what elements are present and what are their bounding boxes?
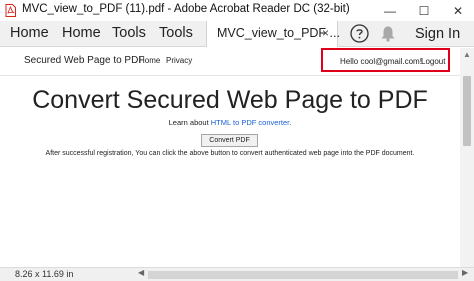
navbar-divider bbox=[0, 75, 460, 76]
scroll-right-icon[interactable]: ▶ bbox=[462, 268, 468, 277]
help-icon[interactable] bbox=[350, 24, 369, 43]
horizontal-scroll-thumb[interactable] bbox=[148, 271, 458, 279]
learn-suffix: . bbox=[289, 118, 292, 127]
page-title: Convert Secured Web Page to PDF bbox=[32, 86, 428, 114]
bell-icon[interactable] bbox=[380, 25, 396, 42]
site-brand[interactable]: Secured Web Page to PDF bbox=[24, 55, 144, 66]
site-navbar: Secured Web Page to PDF Home Privacy Hel… bbox=[0, 48, 460, 75]
title-bar: MVC_view_to_PDF (11).pdf - Adobe Acrobat… bbox=[0, 0, 474, 21]
document-tab-close-button[interactable]: × bbox=[322, 26, 329, 40]
scroll-up-icon[interactable]: ▲ bbox=[463, 50, 471, 59]
tab-home[interactable]: Home bbox=[62, 25, 101, 41]
user-greeting[interactable]: Hello cool@gmail.com! bbox=[340, 57, 422, 66]
registration-note: After successful registration, You can c… bbox=[45, 150, 415, 157]
window-title: MVC_view_to_PDF (11).pdf - Adobe Acrobat… bbox=[22, 3, 350, 15]
status-bar: 8.26 x 11.69 in ◀ ▶ bbox=[0, 267, 474, 281]
pdf-file-icon bbox=[5, 4, 16, 17]
document-view: Secured Web Page to PDF Home Privacy Hel… bbox=[0, 48, 460, 267]
maximize-button[interactable]: ☐ bbox=[408, 0, 440, 21]
close-button[interactable]: ✕ bbox=[442, 0, 474, 21]
convert-pdf-button[interactable]: Convert PDF bbox=[201, 134, 258, 147]
vertical-scrollbar[interactable]: ▲ bbox=[460, 48, 474, 267]
learn-line: Learn about HTML to PDF converter. bbox=[0, 118, 460, 127]
learn-prefix: Learn about bbox=[168, 118, 211, 127]
vertical-scroll-thumb[interactable] bbox=[463, 76, 471, 146]
document-tab[interactable]: MVC_view_to_PDF ... × bbox=[206, 21, 340, 47]
menu-home[interactable]: Home bbox=[10, 25, 49, 41]
menu-tools[interactable]: Tools bbox=[112, 25, 146, 41]
logout-link[interactable]: Logout bbox=[421, 57, 445, 66]
user-highlight-box: Hello cool@gmail.com! Logout bbox=[321, 48, 450, 72]
page-size-indicator[interactable]: 8.26 x 11.69 in bbox=[15, 269, 73, 279]
minimize-button[interactable]: — bbox=[374, 0, 406, 21]
scroll-left-icon[interactable]: ◀ bbox=[138, 268, 144, 277]
site-nav-privacy[interactable]: Privacy bbox=[166, 56, 192, 65]
site-nav-home[interactable]: Home bbox=[139, 56, 160, 65]
html-to-pdf-link[interactable]: HTML to PDF converter bbox=[211, 118, 290, 127]
tab-tools[interactable]: Tools bbox=[159, 25, 193, 41]
menu-bar: Home Home Tools Tools MVC_view_to_PDF ..… bbox=[0, 21, 474, 47]
sign-in-button[interactable]: Sign In bbox=[415, 26, 460, 42]
